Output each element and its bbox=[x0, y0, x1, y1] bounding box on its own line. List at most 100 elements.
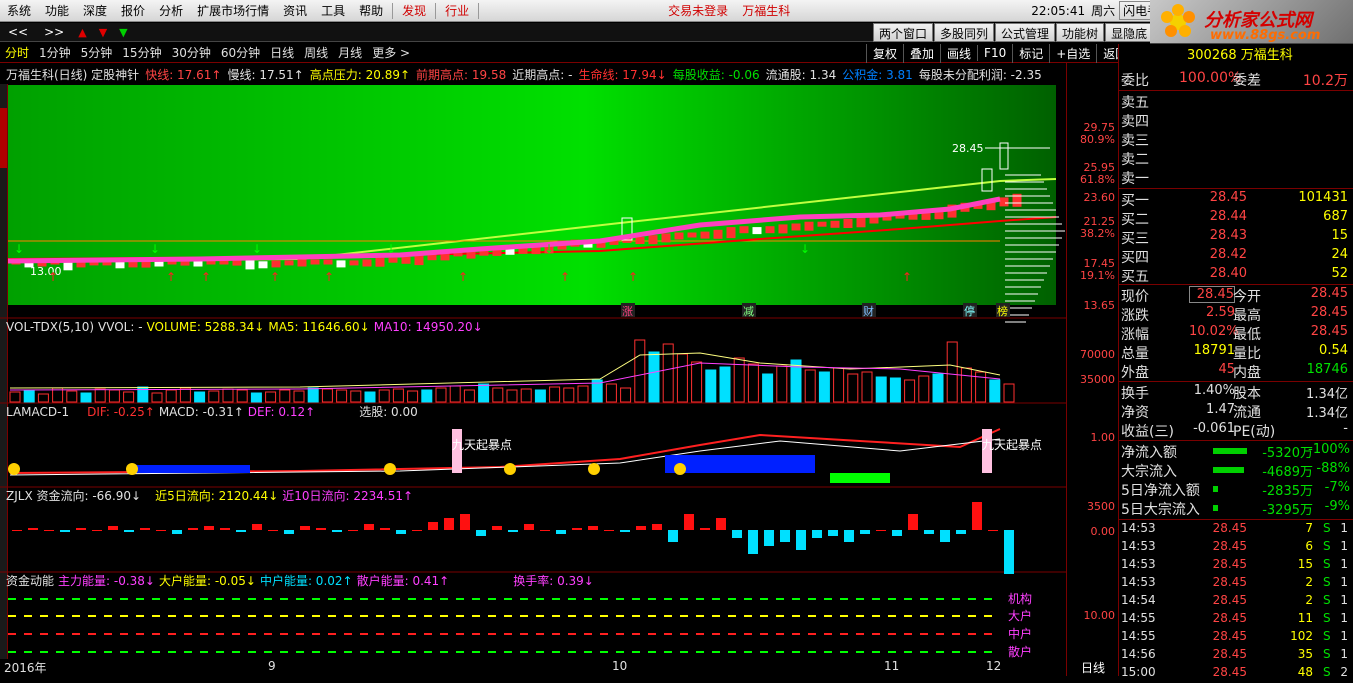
chart-tool-button-0[interactable]: 复权 bbox=[866, 43, 903, 63]
menu-hl-item-0[interactable]: 发现 bbox=[395, 2, 433, 19]
period-tab-2[interactable]: 5分钟 bbox=[76, 44, 118, 61]
bid-row[interactable]: 买三 28.43 15 bbox=[1119, 228, 1353, 247]
fundamental-row: 收益(三) -0.061 PE(动) - bbox=[1119, 421, 1353, 440]
menu-item-6[interactable]: 资讯 bbox=[276, 2, 314, 19]
sell-signal-icon: ↓ bbox=[150, 242, 160, 256]
period-tab-4[interactable]: 30分钟 bbox=[167, 44, 216, 61]
up-arrow-icon[interactable]: ▲ bbox=[78, 26, 86, 39]
period-indicator[interactable]: 日线 bbox=[1066, 659, 1119, 676]
window-tab-3[interactable]: 功能树 bbox=[1056, 23, 1105, 42]
volume-bar bbox=[336, 389, 348, 403]
tick-side: S bbox=[1323, 539, 1331, 553]
window-tab-2[interactable]: 公式管理 bbox=[995, 23, 1056, 42]
tick-side: S bbox=[1323, 593, 1331, 607]
fund-flow-row: 5日大宗流入 -3295万 -9% bbox=[1119, 499, 1353, 518]
menu-item-1[interactable]: 功能 bbox=[38, 2, 76, 19]
stat-label-2: 量比 bbox=[1233, 346, 1261, 362]
fund-flow-bar bbox=[556, 530, 566, 534]
bid-row[interactable]: 买二 28.44 687 bbox=[1119, 209, 1353, 228]
login-status[interactable]: 交易未登录 bbox=[661, 2, 735, 19]
date-label-dec: 12 bbox=[986, 659, 1002, 673]
macd-histogram bbox=[665, 455, 815, 473]
fund-flow-bar bbox=[220, 528, 230, 530]
menu-item-4[interactable]: 分析 bbox=[152, 2, 190, 19]
period-tab-6[interactable]: 日线 bbox=[265, 44, 299, 61]
volume-value: VOLUME: 5288.34↓ bbox=[146, 319, 265, 334]
menu-separator bbox=[392, 2, 394, 19]
fundamental-value: 1.47 bbox=[1206, 402, 1235, 417]
volume-bar bbox=[662, 343, 674, 403]
candle bbox=[336, 260, 346, 268]
nav-forward-button[interactable]: >> bbox=[36, 25, 72, 39]
ask-label: 卖五 bbox=[1121, 95, 1149, 111]
nav-back-button[interactable]: << bbox=[0, 25, 36, 39]
window-tab-1[interactable]: 多股同列 bbox=[934, 23, 995, 42]
chart-tool-button-4[interactable]: 标记 bbox=[1012, 43, 1049, 63]
period-tab-9[interactable]: 更多 > bbox=[367, 44, 415, 61]
volume-bar bbox=[293, 390, 305, 403]
chart-tool-button-2[interactable]: 画线 bbox=[940, 43, 977, 63]
menu-item-3[interactable]: 报价 bbox=[114, 2, 152, 19]
fund-flow-bar bbox=[1213, 448, 1247, 454]
kline-chart[interactable]: 28.4513.00↑ ↑ ↑ ↑ ↑ ↑ ↑ ↑ ↑↓ ↓ ↓ ↓ ↓ ↓涨减财停榜九天起暴点 九天起暴点… bbox=[0, 63, 1066, 659]
volume-bar bbox=[634, 339, 646, 403]
macd-axis-label: 1.00 bbox=[1090, 431, 1116, 444]
bid-row[interactable]: 买一 28.45 101431 bbox=[1119, 190, 1353, 209]
volume-bar bbox=[350, 390, 362, 403]
retail-energy-value: 散户能量: 0.41↑ bbox=[356, 574, 450, 588]
period-tab-0[interactable]: 分时 bbox=[0, 44, 34, 61]
fund-flow-bar bbox=[524, 524, 534, 530]
menu-item-5[interactable]: 扩展市场行情 bbox=[190, 2, 276, 19]
period-tab-1[interactable]: 1分钟 bbox=[34, 44, 76, 61]
reserve-value: 公积金: 3.81 bbox=[842, 67, 913, 82]
weibi-value: 100.00% bbox=[1179, 70, 1242, 86]
volume-bar bbox=[960, 367, 972, 403]
tick-row: 14:53 28.45 2 S 1 bbox=[1119, 575, 1353, 593]
fund-flow-bar bbox=[492, 526, 502, 530]
fund-flow-bar bbox=[908, 514, 918, 530]
fund-flow-bar bbox=[188, 528, 198, 530]
chart-tool-button-3[interactable]: F10 bbox=[977, 45, 1012, 61]
zjlx-panel-title: ZJLX 资金流向: -66.90↓ 近5日流向: 2120.44↓ 近10日流… bbox=[0, 487, 417, 504]
ask-row: 卖五 bbox=[1119, 92, 1353, 111]
volume-bar bbox=[762, 373, 774, 403]
menu-item-8[interactable]: 帮助 bbox=[352, 2, 390, 19]
fund-flow-bar bbox=[300, 526, 310, 530]
bid-row[interactable]: 买五 28.40 52 bbox=[1119, 266, 1353, 285]
fund-flow-bar bbox=[396, 530, 406, 534]
window-tab-4[interactable]: 显隐底 bbox=[1105, 23, 1154, 42]
bid-row[interactable]: 买四 28.42 24 bbox=[1119, 247, 1353, 266]
volume-panel bbox=[9, 339, 1015, 403]
period-tab-7[interactable]: 周线 bbox=[299, 44, 333, 61]
bid-label: 买四 bbox=[1121, 250, 1149, 266]
window-tab-0[interactable]: 两个窗口 bbox=[873, 23, 934, 42]
tick-row: 15:00 28.45 48 S 2 bbox=[1119, 665, 1353, 683]
bid-price: 28.42 bbox=[1209, 247, 1247, 262]
period-tab-5[interactable]: 60分钟 bbox=[216, 44, 265, 61]
menu-hl-item-1[interactable]: 行业 bbox=[438, 2, 476, 19]
menu-item-0[interactable]: 系统 bbox=[0, 2, 38, 19]
period-tab-8[interactable]: 月线 bbox=[333, 44, 367, 61]
event-tag-label: 减 bbox=[743, 305, 754, 318]
candle bbox=[362, 259, 372, 267]
period-tab-3[interactable]: 15分钟 bbox=[117, 44, 166, 61]
volume-bar bbox=[818, 371, 830, 403]
stat-value: 18791 bbox=[1193, 343, 1235, 358]
volume-bar bbox=[889, 377, 901, 403]
window-tabs: 两个窗口 多股同列 公式管理 功能树 显隐底 bbox=[872, 23, 1154, 42]
volume-bar bbox=[605, 383, 617, 403]
stat-label-2: 最低 bbox=[1233, 327, 1261, 343]
tick-row: 14:53 28.45 6 S 1 bbox=[1119, 539, 1353, 557]
green-down-arrow-icon[interactable]: ▼ bbox=[119, 26, 127, 39]
chart-tool-button-1[interactable]: 叠加 bbox=[903, 43, 940, 63]
weicha-label: 委差 bbox=[1233, 73, 1261, 89]
tick-time: 14:53 bbox=[1121, 521, 1156, 535]
bid-label: 买五 bbox=[1121, 269, 1149, 285]
down-arrow-icon[interactable]: ▼ bbox=[99, 26, 107, 39]
menu-item-7[interactable]: 工具 bbox=[314, 2, 352, 19]
high-pressure-value: 高点压力: 20.89↑ bbox=[309, 67, 411, 82]
menu-item-2[interactable]: 深度 bbox=[76, 2, 114, 19]
fund-flow-bar bbox=[572, 528, 582, 530]
chart-tool-button-5[interactable]: +自选 bbox=[1049, 43, 1096, 63]
volume-bar bbox=[37, 393, 49, 403]
